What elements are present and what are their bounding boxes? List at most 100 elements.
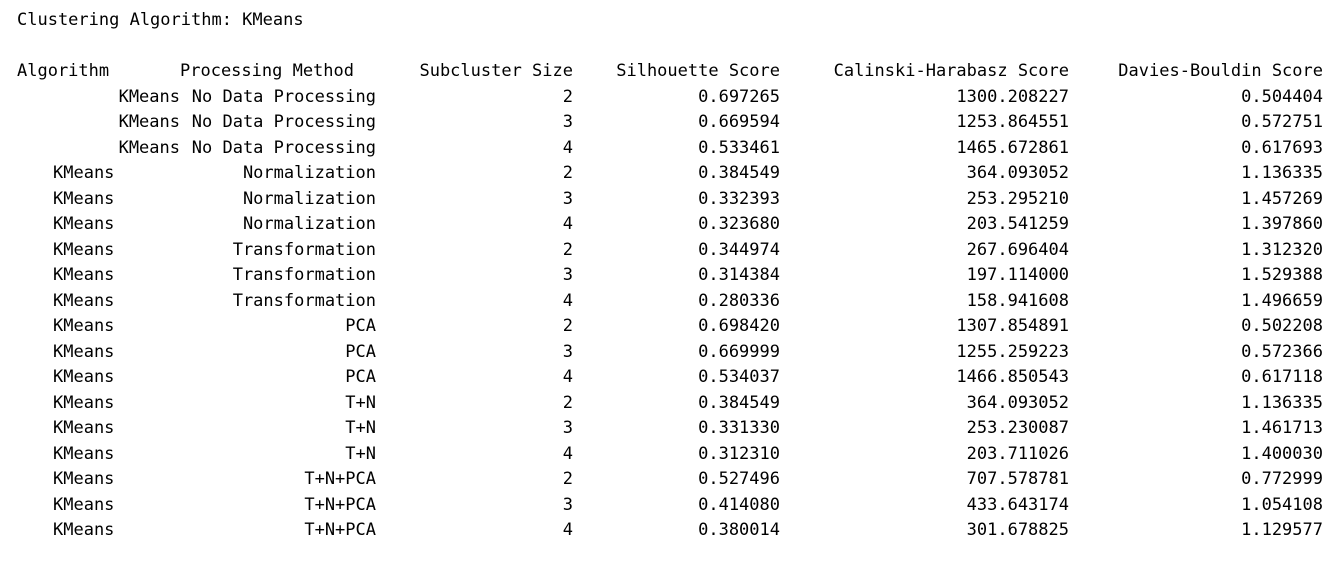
cell-algorithm: KMeans bbox=[53, 188, 115, 209]
table-row: KMeans T+N+PCA 2 0.527496 707.578781 0.772999 bbox=[17, 467, 1323, 493]
cell-processing-method: T+N+PCA bbox=[304, 469, 376, 489]
cell-processing-method: No Data Processing bbox=[191, 86, 376, 107]
cell-davies-bouldin-score: 1.461713 bbox=[1241, 418, 1323, 438]
cell-algorithm: KMeans bbox=[118, 86, 180, 107]
cell-silhouette-score: 0.323680 bbox=[698, 214, 780, 234]
column-header-processing-method: Processing Method bbox=[180, 61, 354, 81]
cell-davies-bouldin-score: 0.617693 bbox=[1241, 137, 1323, 158]
table-row: KMeans Normalization 4 0.323680 203.541259 1.… bbox=[17, 212, 1323, 238]
cell-davies-bouldin-score: 0.572366 bbox=[1241, 341, 1323, 362]
cell-processing-method: Normalization bbox=[242, 214, 376, 234]
cell-davies-bouldin-score: 1.312320 bbox=[1241, 239, 1323, 260]
cell-calinski-harabasz-score: 1466.850543 bbox=[956, 367, 1069, 387]
cell-calinski-harabasz-score: 1255.259223 bbox=[956, 341, 1069, 362]
cell-calinski-harabasz-score: 253.230087 bbox=[966, 418, 1069, 438]
cell-processing-method: PCA bbox=[345, 367, 376, 387]
cell-processing-method: T+N bbox=[345, 418, 376, 438]
cell-silhouette-score: 0.534037 bbox=[698, 367, 780, 387]
cell-subcluster-size: 3 bbox=[562, 418, 573, 438]
table-row: KMeans Transformation 4 0.280336 158.941608 1… bbox=[17, 289, 1323, 315]
cell-calinski-harabasz-score: 253.295210 bbox=[966, 188, 1069, 209]
cell-processing-method: No Data Processing bbox=[191, 112, 376, 132]
cell-subcluster-size: 3 bbox=[562, 265, 573, 285]
cell-subcluster-size: 2 bbox=[562, 163, 573, 183]
cell-algorithm: KMeans bbox=[53, 367, 115, 387]
cell-davies-bouldin-score: 0.572751 bbox=[1241, 112, 1323, 132]
cell-silhouette-score: 0.669999 bbox=[698, 341, 780, 362]
cell-silhouette-score: 0.312310 bbox=[698, 443, 780, 464]
table-row: KMeans Transformation 3 0.314384 197.114000 1… bbox=[17, 263, 1323, 289]
cell-calinski-harabasz-score: 1253.864551 bbox=[956, 112, 1069, 132]
column-header-algorithm: Algorithm bbox=[17, 61, 110, 81]
cell-algorithm: KMeans bbox=[53, 494, 115, 515]
cell-processing-method: T+N+PCA bbox=[304, 494, 376, 515]
cell-processing-method: T+N bbox=[345, 392, 376, 413]
cell-calinski-harabasz-score: 364.093052 bbox=[966, 163, 1069, 183]
notebook-output: Clustering Algorithm: KMeans Algorithm P… bbox=[0, 0, 1324, 565]
table-header-row: Algorithm Processing Method Subcluster S… bbox=[17, 59, 1323, 85]
cell-silhouette-score: 0.533461 bbox=[698, 137, 780, 158]
cell-calinski-harabasz-score: 197.114000 bbox=[966, 265, 1069, 285]
cell-silhouette-score: 0.669594 bbox=[698, 112, 780, 132]
table-row: KMeans T+N+PCA 3 0.414080 433.643174 1.054108 bbox=[17, 493, 1323, 519]
cell-subcluster-size: 3 bbox=[562, 112, 573, 132]
cell-subcluster-size: 4 bbox=[562, 520, 573, 540]
cell-davies-bouldin-score: 0.617118 bbox=[1241, 367, 1323, 387]
cell-subcluster-size: 4 bbox=[562, 443, 573, 464]
cell-subcluster-size: 2 bbox=[562, 469, 573, 489]
cell-silhouette-score: 0.280336 bbox=[698, 290, 780, 311]
cell-algorithm: KMeans bbox=[118, 112, 180, 132]
column-header-calinski-harabasz-score: Calinski-Harabasz Score bbox=[833, 61, 1069, 81]
table-row: KMeans T+N 3 0.331330 253.230087 1.461713 bbox=[17, 416, 1323, 442]
cell-calinski-harabasz-score: 707.578781 bbox=[966, 469, 1069, 489]
table-row: KMeans No Data Processing 3 0.669594 1253.86… bbox=[17, 110, 1323, 136]
cell-subcluster-size: 3 bbox=[562, 188, 573, 209]
cell-davies-bouldin-score: 1.397860 bbox=[1241, 214, 1323, 234]
cell-silhouette-score: 0.380014 bbox=[698, 520, 780, 540]
cell-algorithm: KMeans bbox=[53, 443, 115, 464]
table-row: KMeans T+N 2 0.384549 364.093052 1.136335 bbox=[17, 391, 1323, 417]
cell-subcluster-size: 2 bbox=[562, 316, 573, 336]
cell-algorithm: KMeans bbox=[53, 316, 115, 336]
cell-processing-method: Transformation bbox=[232, 265, 376, 285]
cell-algorithm: KMeans bbox=[53, 341, 115, 362]
cell-algorithm: KMeans bbox=[118, 137, 180, 158]
cell-calinski-harabasz-score: 1300.208227 bbox=[956, 86, 1069, 107]
table-row: KMeans T+N 4 0.312310 203.711026 1.400030 bbox=[17, 442, 1323, 468]
cell-calinski-harabasz-score: 364.093052 bbox=[966, 392, 1069, 413]
cell-processing-method: T+N+PCA bbox=[304, 520, 376, 540]
cell-algorithm: KMeans bbox=[53, 239, 115, 260]
cell-subcluster-size: 2 bbox=[562, 392, 573, 413]
table-row: KMeans PCA 2 0.698420 1307.854891 0.502208 bbox=[17, 314, 1323, 340]
cell-silhouette-score: 0.384549 bbox=[698, 392, 780, 413]
results-table: Algorithm Processing Method Subcluster S… bbox=[17, 59, 1323, 544]
table-row: KMeans No Data Processing 2 0.697265 1300.20… bbox=[17, 85, 1323, 111]
table-row: KMeans PCA 3 0.669999 1255.259223 0.572366 bbox=[17, 340, 1323, 366]
cell-subcluster-size: 4 bbox=[562, 137, 573, 158]
cell-calinski-harabasz-score: 1307.854891 bbox=[956, 316, 1069, 336]
cell-silhouette-score: 0.314384 bbox=[698, 265, 780, 285]
cell-algorithm: KMeans bbox=[53, 214, 115, 234]
cell-subcluster-size: 3 bbox=[562, 494, 573, 515]
cell-algorithm: KMeans bbox=[53, 392, 115, 413]
table-row: KMeans Transformation 2 0.344974 267.696404 1… bbox=[17, 238, 1323, 264]
cell-subcluster-size: 4 bbox=[562, 290, 573, 311]
cell-processing-method: PCA bbox=[345, 316, 376, 336]
cell-davies-bouldin-score: 1.136335 bbox=[1241, 392, 1323, 413]
column-header-davies-bouldin-score: Davies-Bouldin Score bbox=[1118, 61, 1323, 81]
column-header-subcluster-size: Subcluster Size bbox=[419, 61, 573, 81]
cell-davies-bouldin-score: 1.136335 bbox=[1241, 163, 1323, 183]
cell-subcluster-size: 2 bbox=[562, 86, 573, 107]
cell-subcluster-size: 4 bbox=[562, 367, 573, 387]
cell-subcluster-size: 4 bbox=[562, 214, 573, 234]
cell-subcluster-size: 3 bbox=[562, 341, 573, 362]
table-body: KMeans No Data Processing 2 0.697265 1300.20… bbox=[17, 85, 1323, 544]
cell-davies-bouldin-score: 0.772999 bbox=[1241, 469, 1323, 489]
cell-calinski-harabasz-score: 158.941608 bbox=[966, 290, 1069, 311]
cell-algorithm: KMeans bbox=[53, 290, 115, 311]
cell-silhouette-score: 0.698420 bbox=[698, 316, 780, 336]
table-row: KMeans T+N+PCA 4 0.380014 301.678825 1.129577 bbox=[17, 518, 1323, 544]
table-row: KMeans Normalization 3 0.332393 253.295210 1.… bbox=[17, 187, 1323, 213]
cell-algorithm: KMeans bbox=[53, 520, 115, 540]
cell-processing-method: Normalization bbox=[242, 163, 376, 183]
